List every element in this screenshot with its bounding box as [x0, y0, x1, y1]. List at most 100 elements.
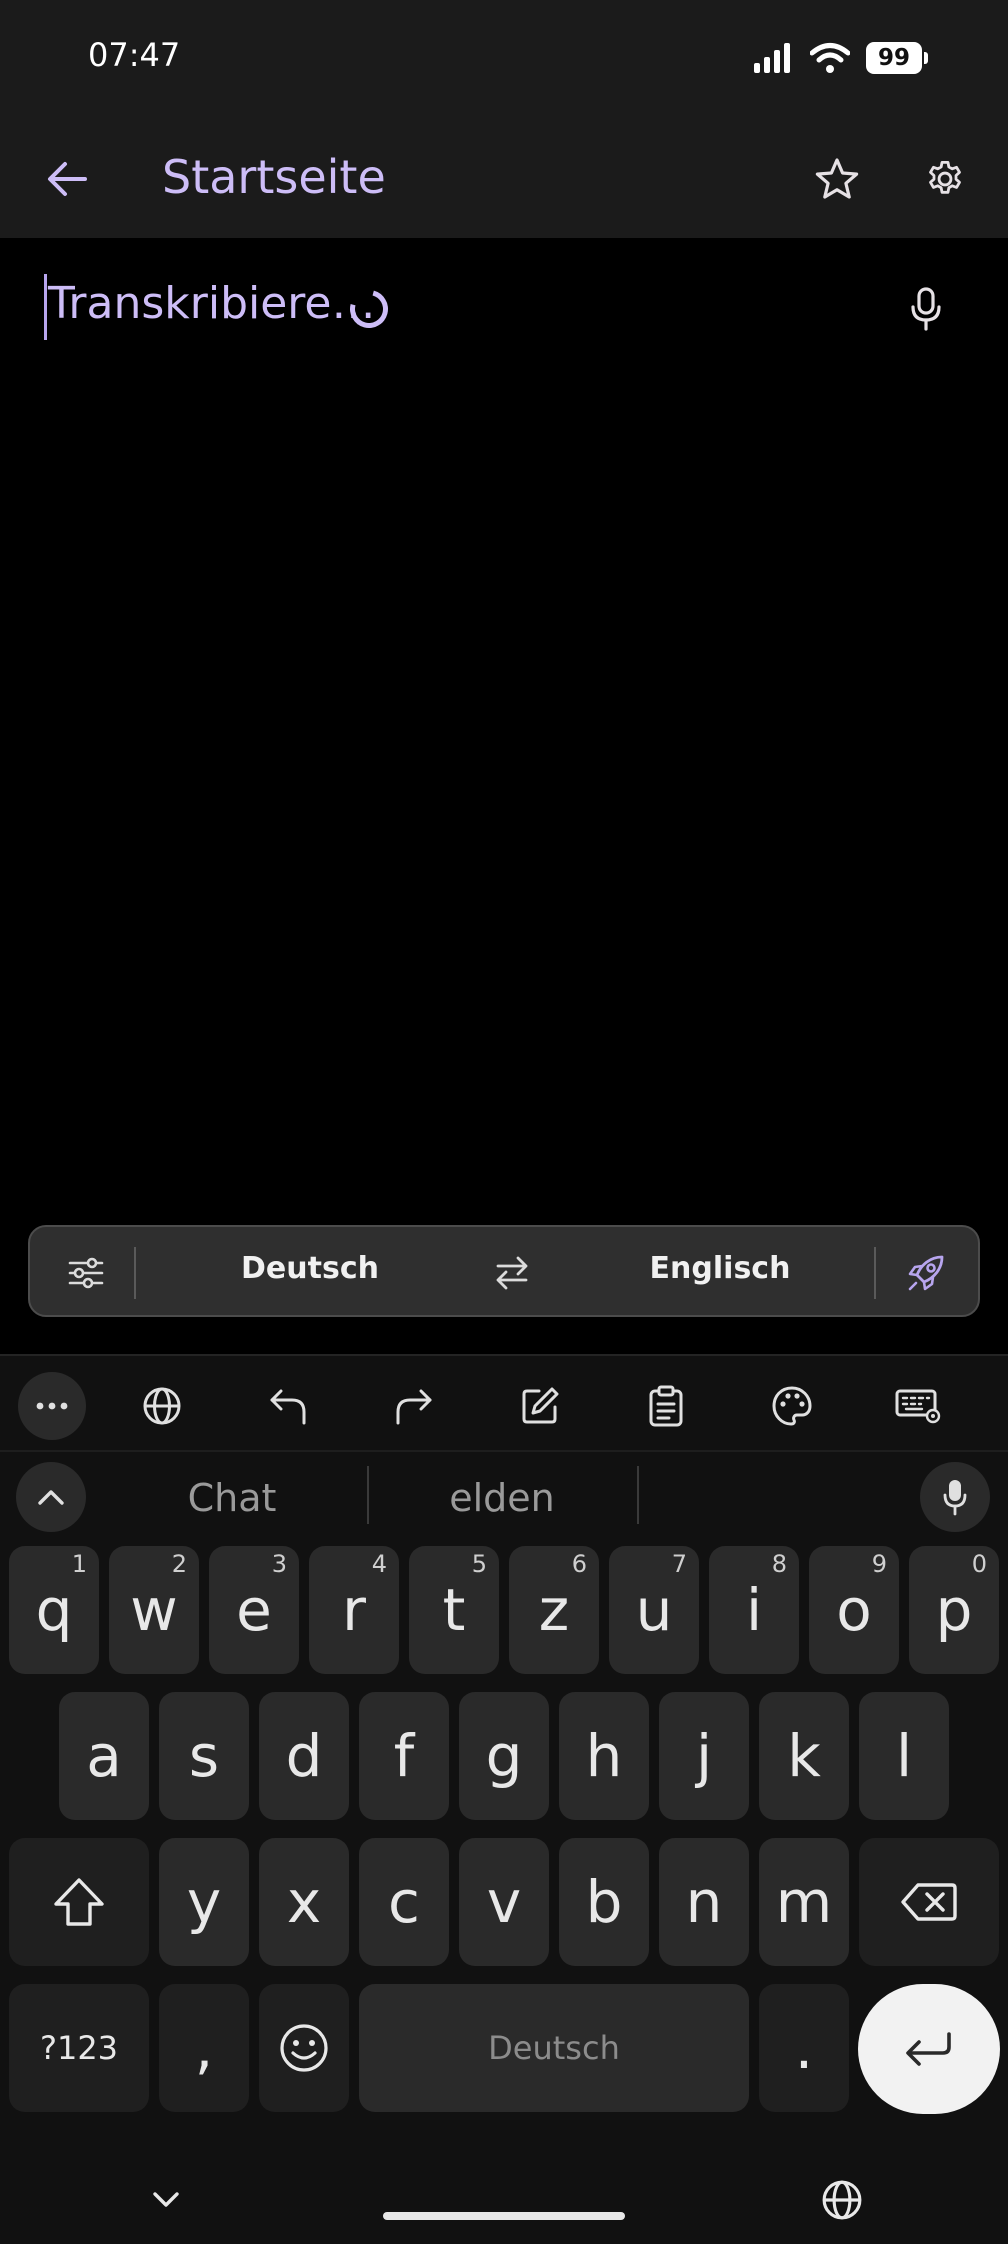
theme-button[interactable] — [758, 1372, 826, 1440]
key-j[interactable]: j — [659, 1692, 749, 1820]
key-label: o — [836, 1576, 872, 1644]
clipboard-button[interactable] — [632, 1372, 700, 1440]
voice-input-button[interactable] — [920, 1462, 990, 1532]
expand-toolbar-button[interactable] — [16, 1462, 86, 1532]
key-u[interactable]: u7 — [609, 1546, 699, 1674]
microphone-icon — [943, 1480, 967, 1516]
shift-key[interactable] — [9, 1838, 149, 1966]
text-editor[interactable]: Transkribiere… — [0, 238, 1008, 1358]
key-x[interactable]: x — [259, 1838, 349, 1966]
key-hint: 7 — [671, 1550, 687, 1578]
undo-icon — [270, 1389, 306, 1425]
status-bar: 07:47 99 — [0, 0, 1008, 120]
translate-tool-button[interactable] — [128, 1372, 196, 1440]
key-a[interactable]: a — [59, 1692, 149, 1820]
key-r[interactable]: r4 — [309, 1546, 399, 1674]
symbols-key[interactable]: ?123 — [9, 1984, 149, 2112]
back-button[interactable] — [32, 144, 102, 214]
source-language[interactable]: Deutsch — [160, 1251, 460, 1286]
key-m[interactable]: m — [759, 1838, 849, 1966]
key-label: t — [442, 1576, 466, 1644]
suggestion-item[interactable]: elden — [370, 1476, 634, 1520]
key-y[interactable]: y — [159, 1838, 249, 1966]
more-button[interactable] — [18, 1372, 86, 1440]
key-l[interactable]: l — [859, 1692, 949, 1820]
key-hint: 2 — [171, 1550, 187, 1578]
key-p[interactable]: p0 — [909, 1546, 999, 1674]
key-b[interactable]: b — [559, 1838, 649, 1966]
period-key[interactable]: . — [759, 1984, 849, 2112]
key-hint: 5 — [471, 1550, 487, 1578]
key-q[interactable]: q1 — [9, 1546, 99, 1674]
comma-key[interactable]: , — [159, 1984, 249, 2112]
key-hint: 4 — [371, 1550, 387, 1578]
divider — [134, 1247, 136, 1299]
key-i[interactable]: i8 — [709, 1546, 799, 1674]
backspace-key[interactable] — [859, 1838, 999, 1966]
keyboard-settings-button[interactable] — [884, 1372, 952, 1440]
key-hint: 9 — [871, 1550, 887, 1578]
switch-language-button[interactable] — [812, 2170, 872, 2230]
swap-languages-button[interactable] — [486, 1247, 538, 1299]
status-time: 07:47 — [88, 36, 181, 74]
more-icon — [36, 1402, 68, 1410]
key-n[interactable]: n — [659, 1838, 749, 1966]
text-cursor — [44, 274, 47, 340]
key-label: w — [130, 1576, 178, 1644]
translate-options-button[interactable] — [60, 1247, 112, 1299]
redo-button[interactable] — [380, 1372, 448, 1440]
divider — [367, 1466, 369, 1524]
key-hint: 3 — [271, 1550, 287, 1578]
key-v[interactable]: v — [459, 1838, 549, 1966]
translate-bar: Deutsch Englisch — [28, 1225, 980, 1317]
emoji-key[interactable] — [259, 1984, 349, 2112]
key-label: i — [745, 1576, 763, 1644]
chevron-up-icon — [38, 1490, 64, 1505]
key-o[interactable]: o9 — [809, 1546, 899, 1674]
undo-button[interactable] — [254, 1372, 322, 1440]
emoji-icon — [280, 2024, 328, 2072]
screen: 07:47 99 Startseite Transkribiere… Deuts… — [0, 0, 1008, 2244]
key-t[interactable]: t5 — [409, 1546, 499, 1674]
signal-icon — [754, 43, 790, 73]
backspace-icon — [901, 1883, 957, 1921]
key-k[interactable]: k — [759, 1692, 849, 1820]
space-key[interactable]: Deutsch — [359, 1984, 749, 2112]
key-z[interactable]: z6 — [509, 1546, 599, 1674]
key-hint: 6 — [571, 1550, 587, 1578]
key-e[interactable]: e3 — [209, 1546, 299, 1674]
key-w[interactable]: w2 — [109, 1546, 199, 1674]
divider — [0, 1354, 1008, 1356]
app-bar: Startseite — [0, 120, 1008, 238]
key-c[interactable]: c — [359, 1838, 449, 1966]
key-label: r — [342, 1576, 366, 1644]
key-label: p — [935, 1576, 973, 1644]
keyboard-settings-icon — [895, 1389, 941, 1424]
key-s[interactable]: s — [159, 1692, 249, 1820]
shift-icon — [54, 1878, 104, 1926]
key-d[interactable]: d — [259, 1692, 349, 1820]
divider — [637, 1466, 639, 1524]
swap-icon — [496, 1256, 528, 1290]
divider — [874, 1247, 876, 1299]
translate-button[interactable] — [900, 1247, 952, 1299]
transcribing-status: Transkribiere… — [48, 278, 376, 329]
keyboard-toolbar — [0, 1364, 1008, 1448]
page-title: Startseite — [162, 150, 386, 204]
hide-keyboard-button[interactable] — [136, 2170, 196, 2230]
key-f[interactable]: f — [359, 1692, 449, 1820]
suggestion-item[interactable]: Chat — [100, 1476, 364, 1520]
target-language[interactable]: Englisch — [570, 1251, 870, 1286]
suggestion-strip: Chat elden — [0, 1458, 1008, 1534]
gear-icon — [929, 160, 961, 194]
edit-button[interactable] — [506, 1372, 574, 1440]
edit-icon — [522, 1387, 559, 1424]
favorite-button[interactable] — [802, 144, 872, 214]
key-h[interactable]: h — [559, 1692, 649, 1820]
settings-button[interactable] — [910, 144, 980, 214]
home-indicator[interactable] — [383, 2212, 625, 2220]
mic-button[interactable] — [898, 274, 954, 344]
key-g[interactable]: g — [459, 1692, 549, 1820]
enter-key[interactable] — [858, 1984, 1000, 2114]
palette-icon — [772, 1386, 812, 1426]
